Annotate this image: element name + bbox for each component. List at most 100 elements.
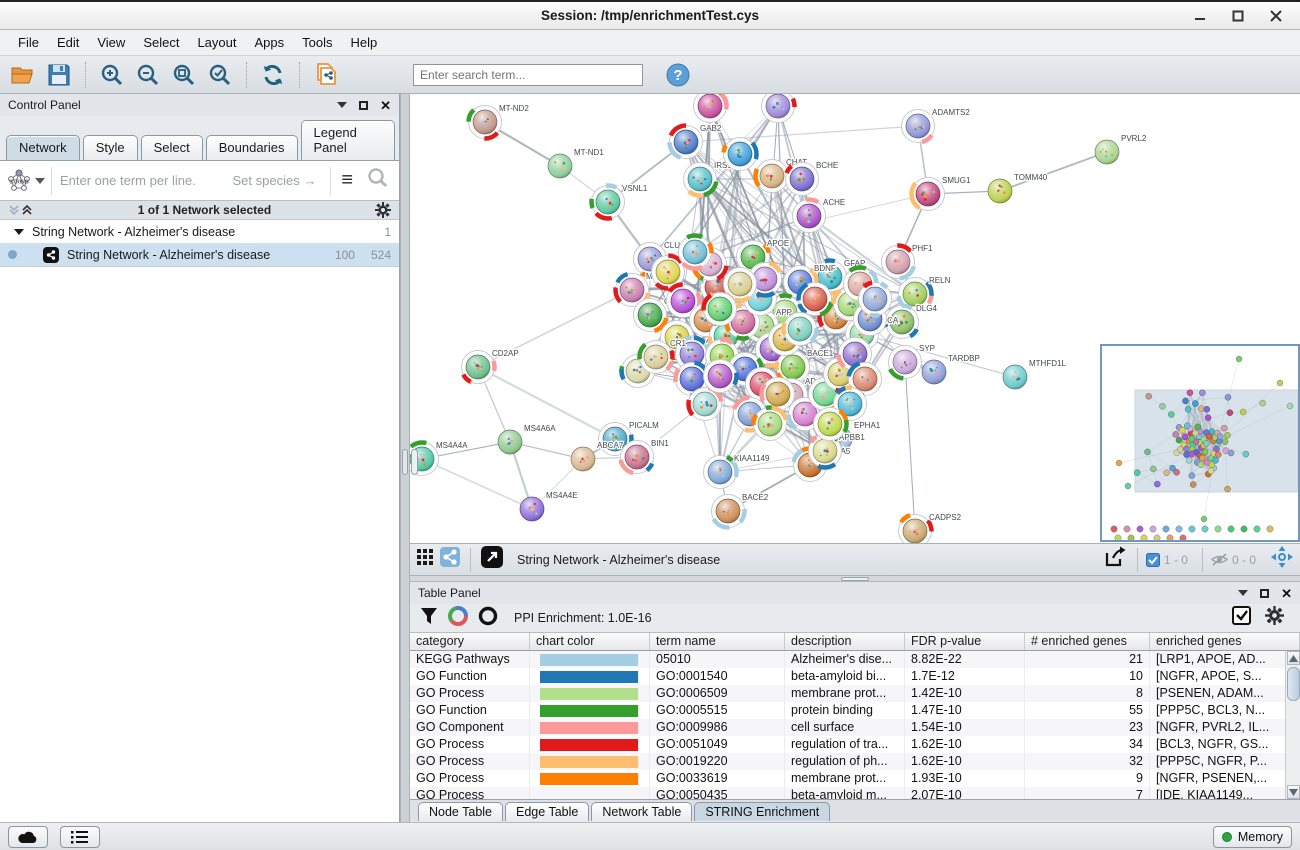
string-dropdown-icon[interactable] — [35, 178, 45, 184]
network-node[interactable] — [754, 408, 787, 441]
memory-button[interactable]: Memory — [1213, 826, 1292, 848]
table-row[interactable]: GO ProcessGO:0006509membrane prot...1.42… — [410, 685, 1300, 702]
network-node-mthfd1l[interactable]: MTHFD1L — [1003, 359, 1066, 389]
column-header[interactable]: chart color — [530, 633, 650, 650]
network-node-tardbp[interactable]: TARDBP — [922, 354, 980, 384]
clone-network-button[interactable] — [311, 60, 341, 90]
network-node[interactable] — [724, 138, 757, 171]
search-input[interactable] — [413, 64, 643, 86]
network-node[interactable] — [814, 408, 847, 441]
menu-edit[interactable]: Edit — [49, 32, 87, 53]
tab-edge-table[interactable]: Edge Table — [505, 802, 589, 821]
zoom-in-button[interactable] — [97, 60, 127, 90]
scroll-down-arrow[interactable] — [1287, 785, 1300, 799]
horizontal-splitter[interactable] — [410, 576, 1300, 582]
tab-node-table[interactable]: Node Table — [418, 802, 503, 821]
column-header[interactable]: enriched genes — [1150, 633, 1300, 650]
string-options-icon[interactable]: ≡ — [330, 167, 363, 195]
export-network-icon[interactable] — [1103, 545, 1127, 574]
tab-style[interactable]: Style — [83, 135, 138, 160]
string-query-input[interactable]: Enter one term per line. — [51, 167, 233, 195]
float-panel-icon[interactable] — [359, 101, 368, 110]
network-node-tomm40[interactable]: TOMM40 — [988, 173, 1048, 203]
network-node-kiaa1149[interactable]: KIAA1149 — [704, 454, 770, 489]
menu-view[interactable]: View — [89, 32, 133, 53]
network-node-ms4a6a[interactable]: MS4A6A — [498, 424, 556, 454]
tab-string-enrichment[interactable]: STRING Enrichment — [694, 802, 830, 821]
scroll-up-arrow[interactable] — [1287, 651, 1300, 665]
network-node[interactable] — [679, 236, 712, 269]
menu-help[interactable]: Help — [343, 32, 386, 53]
pan-compass-icon[interactable] — [1270, 545, 1294, 574]
network-node-vsnl1[interactable]: VSNL1 — [592, 184, 648, 219]
string-search-icon[interactable] — [363, 167, 393, 194]
vertical-splitter[interactable] — [400, 94, 410, 822]
network-node-bche[interactable]: BCHE — [786, 161, 839, 196]
network-node-bin1[interactable]: BIN1 — [621, 439, 670, 474]
network-node[interactable] — [784, 313, 817, 346]
table-header-row[interactable]: categorychart colorterm namedescriptionF… — [410, 633, 1300, 651]
pie-chart-icon[interactable] — [448, 606, 468, 631]
network-canvas[interactable]: MT-ND2MT-ND1VSNL1GAB2ADAMTS2PVRL2SMUG1TO… — [410, 94, 1300, 544]
splitter-grip[interactable] — [841, 577, 869, 581]
network-node[interactable] — [704, 360, 737, 393]
float-panel-icon[interactable] — [1260, 589, 1269, 598]
column-header[interactable]: # enriched genes — [1025, 633, 1150, 650]
menu-tools[interactable]: Tools — [294, 32, 340, 53]
table-row[interactable]: GO ProcessGO:0051049regulation of tra...… — [410, 736, 1300, 753]
tab-select[interactable]: Select — [141, 135, 203, 160]
close-panel-icon[interactable]: ✕ — [1281, 587, 1292, 600]
table-row[interactable]: GO ComponentGO:0009986cell surface1.54E-… — [410, 719, 1300, 736]
column-header[interactable]: description — [785, 633, 905, 650]
cloud-button[interactable] — [8, 826, 48, 848]
table-row[interactable]: GO FunctionGO:0001540beta-amyloid bi...1… — [410, 668, 1300, 685]
network-node-bace2[interactable]: BACE2 — [712, 493, 769, 528]
network-node[interactable] — [859, 283, 892, 316]
network-node-pvrl2[interactable]: PVRL2 — [1095, 134, 1147, 164]
collapse-icon[interactable] — [14, 229, 24, 235]
table-row[interactable]: KEGG Pathways05010Alzheimer's dise...8.8… — [410, 651, 1300, 668]
close-button[interactable] — [1270, 10, 1282, 22]
canvas-splitter-grip[interactable] — [411, 449, 418, 475]
zoom-fit-button[interactable] — [169, 60, 199, 90]
zoom-selected-button[interactable] — [205, 60, 235, 90]
help-button[interactable]: ? — [663, 60, 693, 90]
table-settings-gear-icon[interactable] — [1265, 606, 1284, 630]
filter-icon[interactable] — [420, 607, 438, 630]
network-node-cadps2[interactable]: CADPS2 — [899, 513, 962, 544]
table-row[interactable]: GO FunctionGO:0005515protein binding1.47… — [410, 702, 1300, 719]
select-columns-icon[interactable] — [1232, 606, 1251, 630]
network-node-abca7[interactable]: ABCA7 — [571, 441, 624, 471]
tab-legend-panel[interactable]: Legend Panel — [301, 120, 395, 160]
close-panel-icon[interactable]: ✕ — [380, 99, 391, 112]
menu-file[interactable]: File — [10, 32, 47, 53]
network-node-mt-nd1[interactable]: MT-ND1 — [548, 148, 604, 178]
string-logo[interactable]: STRING — [6, 168, 51, 194]
table-scrollbar[interactable] — [1285, 651, 1300, 799]
birdseye-toggle-icon[interactable] — [440, 547, 460, 572]
minimize-button[interactable] — [1194, 10, 1206, 22]
panel-menu-icon[interactable] — [1238, 590, 1248, 596]
graphics-details-icon[interactable] — [416, 548, 434, 571]
network-node-ms4a4a[interactable]: MS4A4A — [410, 441, 468, 476]
expand-collapse-icons[interactable] — [8, 204, 34, 216]
network-node-gab2[interactable]: GAB2 — [670, 124, 722, 159]
column-header[interactable]: category — [410, 633, 530, 650]
network-node[interactable] — [694, 94, 727, 123]
network-node-mt-nd2[interactable]: MT-ND2 — [469, 104, 530, 139]
network-node[interactable] — [762, 378, 795, 411]
task-history-button[interactable] — [60, 826, 100, 848]
tab-network[interactable]: Network — [6, 135, 80, 160]
network-node-smug1[interactable]: SMUG1 — [912, 176, 972, 211]
ring-chart-icon[interactable] — [478, 606, 498, 631]
tab-boundaries[interactable]: Boundaries — [206, 135, 298, 160]
panel-menu-icon[interactable] — [337, 102, 347, 108]
network-node[interactable] — [704, 293, 737, 326]
network-node-cd2ap[interactable]: CD2AP — [462, 349, 519, 384]
network-node[interactable] — [762, 94, 795, 123]
detach-view-icon[interactable] — [481, 546, 503, 573]
network-collection-row[interactable]: String Network - Alzheimer's disease 1 — [0, 220, 399, 243]
network-settings-gear-icon[interactable] — [375, 202, 391, 218]
open-session-button[interactable] — [8, 60, 38, 90]
tab-network-table[interactable]: Network Table — [591, 802, 692, 821]
